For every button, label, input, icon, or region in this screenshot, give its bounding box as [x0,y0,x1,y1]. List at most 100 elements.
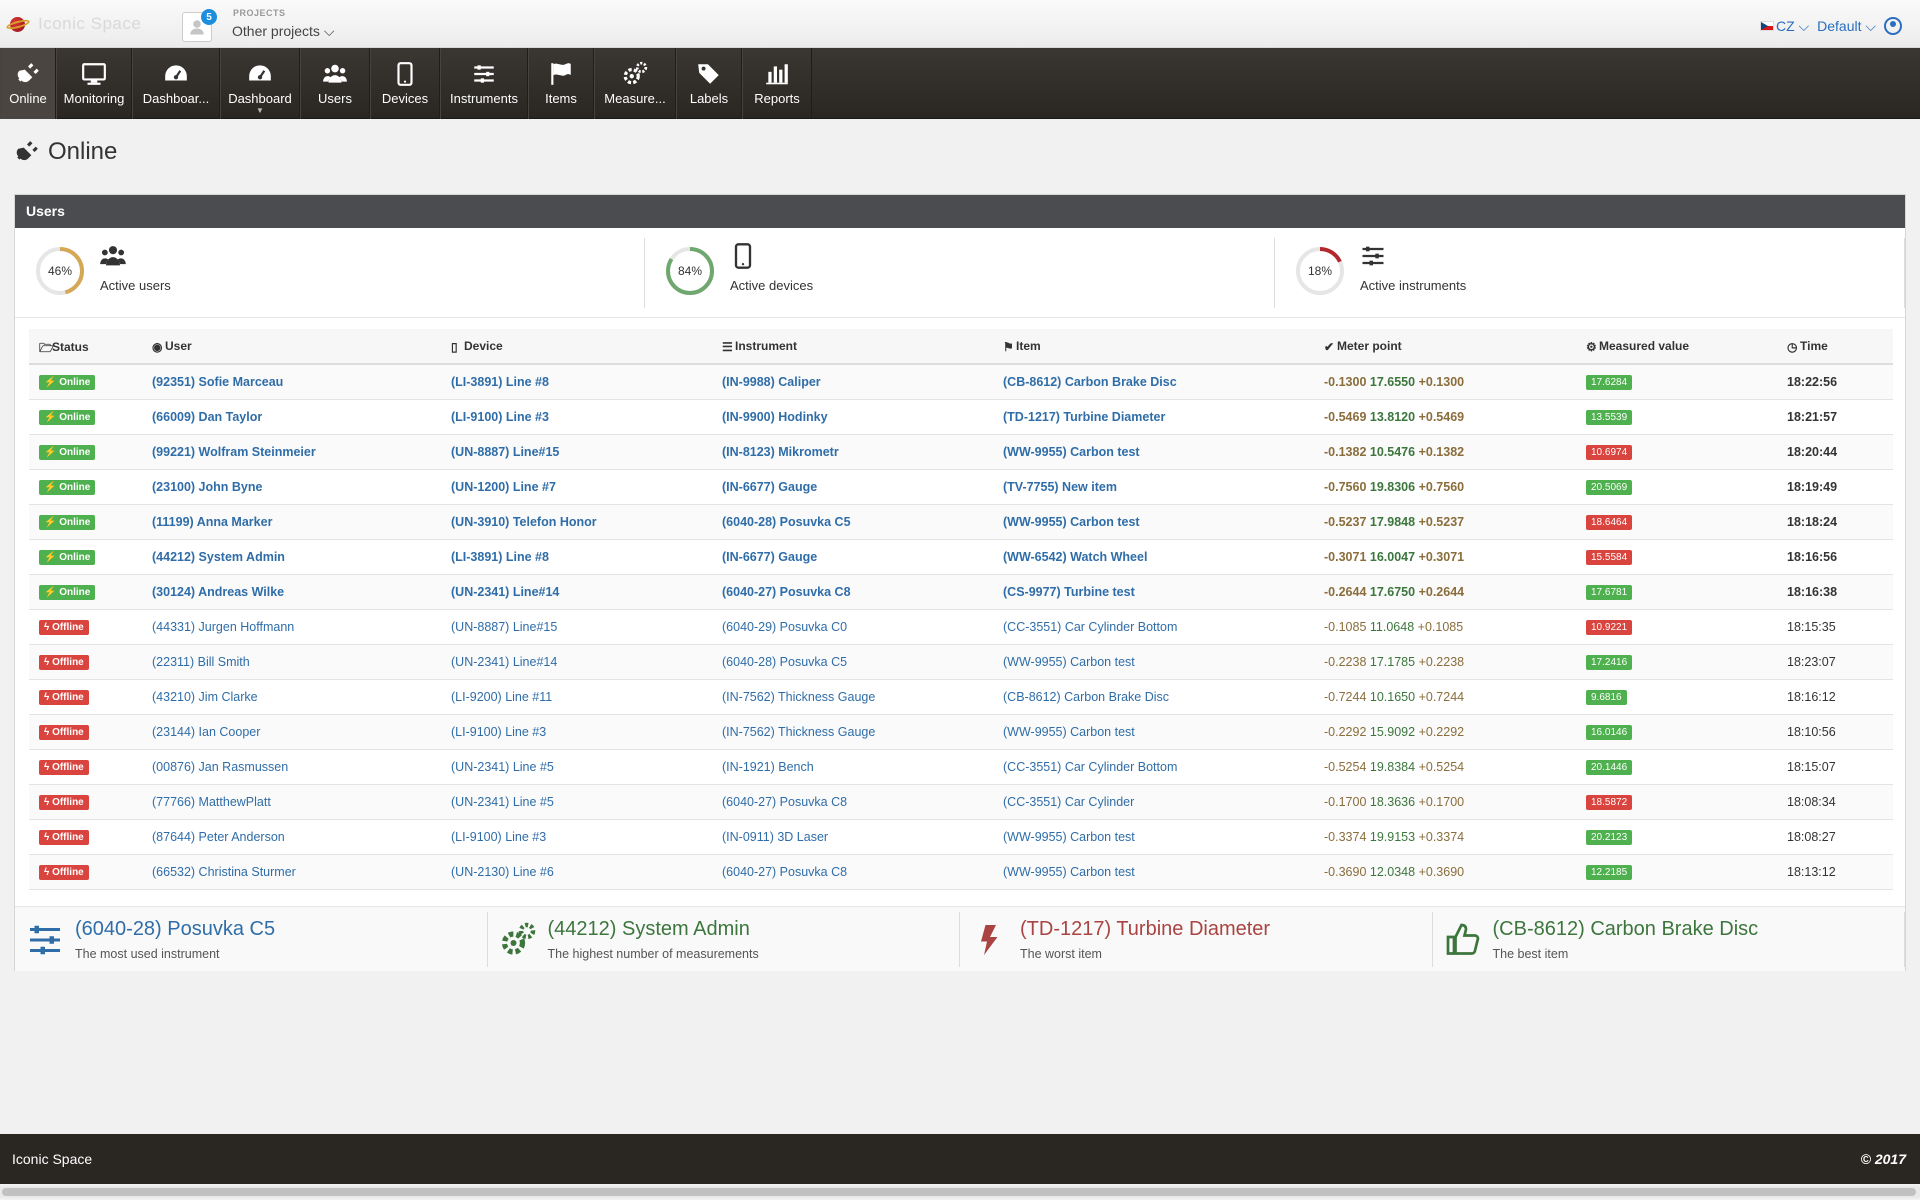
item-link[interactable]: (WW-6542) Watch Wheel [1003,550,1147,564]
projects-dropdown[interactable]: Other projects ⌵ [232,23,334,40]
instrument-link[interactable]: (IN-9988) Caliper [722,375,821,389]
user-link[interactable]: (11199) Anna Marker [152,515,272,529]
instrument-link[interactable]: (6040-28) Posuvka C5 [722,515,851,529]
table-row[interactable]: ⚡ Online (11199) Anna Marker (UN-3910) Tel… [29,504,1893,540]
table-row[interactable]: ϟ Offline (66532) Christina Sturmer (UN-21… [29,854,1893,890]
nav-measurements[interactable]: Measure... [594,48,676,119]
app-logo[interactable]: Iconic Space [5,14,141,34]
device-link[interactable]: (LI-3891) Line #8 [451,375,549,389]
item-link[interactable]: (CC-3551) Car Cylinder Bottom [1003,760,1177,774]
item-link[interactable]: (WW-9955) Carbon test [1003,725,1135,739]
device-link[interactable]: (UN-2341) Line#14 [451,585,559,599]
nav-items[interactable]: Items [528,48,594,119]
nav-labels[interactable]: Labels [676,48,742,119]
device-link[interactable]: (UN-3910) Telefon Honor [451,515,597,529]
item-link[interactable]: (WW-9955) Carbon test [1003,865,1135,879]
user-link[interactable]: (44212) System Admin [152,550,285,564]
item-link[interactable]: (TV-7755) New item [1003,480,1117,494]
col-item[interactable]: ⚑ Item [993,329,1314,365]
instrument-link[interactable]: (6040-28) Posuvka C5 [722,655,847,669]
user-link[interactable]: (77766) MatthewPlatt [152,795,271,809]
user-link[interactable]: (30124) Andreas Wilke [152,585,284,599]
user-link[interactable]: (99221) Wolfram Steinmeier [152,445,316,459]
table-row[interactable]: ⚡ Online (23100) John Byne (UN-1200) Line … [29,469,1893,505]
instrument-link[interactable]: (IN-1921) Bench [722,760,814,774]
nav-reports[interactable]: Reports [742,48,812,119]
instrument-link[interactable]: (IN-0911) 3D Laser [722,830,828,844]
table-row[interactable]: ⚡ Online (44212) System Admin (LI-3891) Li… [29,539,1893,575]
user-link[interactable]: (00876) Jan Rasmussen [152,760,288,774]
table-row[interactable]: ϟ Offline (22311) Bill Smith (UN-2341) Lin… [29,644,1893,680]
item-link[interactable]: (WW-9955) Carbon test [1003,515,1140,529]
instrument-link[interactable]: (IN-7562) Thickness Gauge [722,725,875,739]
device-link[interactable]: (UN-8887) Line#15 [451,620,557,634]
table-row[interactable]: ⚡ Online (92351) Sofie Marceau (LI-3891) L… [29,364,1893,400]
device-link[interactable]: (LI-9200) Line #11 [451,690,552,704]
device-link[interactable]: (UN-1200) Line #7 [451,480,556,494]
col-measured-value[interactable]: ⚙ Measured value [1576,329,1777,365]
projects-avatar[interactable]: 5 [182,9,217,42]
col-user[interactable]: ◉ User [142,329,441,365]
language-dropdown[interactable]: CZ ⌵ [1776,18,1809,35]
item-link[interactable]: (WW-9955) Carbon test [1003,655,1135,669]
col-time[interactable]: ◷ Time [1777,329,1893,365]
user-link[interactable]: (23144) Ian Cooper [152,725,260,739]
table-row[interactable]: ϟ Offline (23144) Ian Cooper (LI-9100) Lin… [29,714,1893,750]
instrument-link[interactable]: (6040-29) Posuvka C0 [722,620,847,634]
user-link[interactable]: (43210) Jim Clarke [152,690,258,704]
nav-dashboard-2[interactable]: Dashboard ▼ [220,48,300,119]
instrument-link[interactable]: (IN-6677) Gauge [722,480,817,494]
item-link[interactable]: (CB-8612) Carbon Brake Disc [1003,690,1169,704]
nav-dashboard-1[interactable]: Dashboar... [132,48,220,119]
table-row[interactable]: ϟ Offline (00876) Jan Rasmussen (UN-2341) … [29,749,1893,785]
summary-title[interactable]: (44212) System Admin [548,918,750,941]
user-link[interactable]: (66532) Christina Sturmer [152,865,296,879]
horizontal-scrollbar[interactable] [0,1186,1920,1198]
item-link[interactable]: (CC-3551) Car Cylinder Bottom [1003,620,1177,634]
summary-title[interactable]: (CB-8612) Carbon Brake Disc [1493,918,1759,941]
device-link[interactable]: (LI-9100) Line #3 [451,830,546,844]
user-link[interactable]: (44331) Jurgen Hoffmann [152,620,294,634]
instrument-link[interactable]: (6040-27) Posuvka C8 [722,795,847,809]
item-link[interactable]: (CC-3551) Car Cylinder [1003,795,1134,809]
instrument-link[interactable]: (IN-7562) Thickness Gauge [722,690,875,704]
item-link[interactable]: (WW-9955) Carbon test [1003,830,1135,844]
nav-users[interactable]: Users [300,48,370,119]
item-link[interactable]: (CB-8612) Carbon Brake Disc [1003,375,1177,389]
summary-title[interactable]: (6040-28) Posuvka C5 [75,918,275,941]
item-link[interactable]: (TD-1217) Turbine Diameter [1003,410,1165,424]
instrument-link[interactable]: (6040-27) Posuvka C8 [722,585,851,599]
device-link[interactable]: (UN-8887) Line#15 [451,445,559,459]
user-link[interactable]: (87644) Peter Anderson [152,830,285,844]
table-row[interactable]: ϟ Offline (44331) Jurgen Hoffmann (UN-8887… [29,609,1893,645]
nav-devices[interactable]: Devices [370,48,440,119]
user-account-icon[interactable] [1884,17,1902,35]
table-row[interactable]: ⚡ Online (99221) Wolfram Steinmeier (UN-88… [29,434,1893,470]
user-link[interactable]: (23100) John Byne [152,480,262,494]
nav-monitoring[interactable]: Monitoring [56,48,132,119]
col-status[interactable]: 🗁Status [29,329,142,365]
nav-instruments[interactable]: Instruments [440,48,528,119]
item-link[interactable]: (WW-9955) Carbon test [1003,445,1140,459]
scrollbar-thumb[interactable] [2,1188,1916,1196]
device-link[interactable]: (LI-9100) Line #3 [451,725,546,739]
device-link[interactable]: (LI-9100) Line #3 [451,410,549,424]
profile-dropdown[interactable]: Default ⌵ [1817,18,1876,35]
col-device[interactable]: ▯ Device [441,329,712,365]
device-link[interactable]: (UN-2341) Line#14 [451,655,557,669]
col-instrument[interactable]: ☰ Instrument [712,329,993,365]
table-row[interactable]: ϟ Offline (43210) Jim Clarke (LI-9200) Lin… [29,679,1893,715]
device-link[interactable]: (LI-3891) Line #8 [451,550,549,564]
device-link[interactable]: (UN-2130) Line #6 [451,865,554,879]
device-link[interactable]: (UN-2341) Line #5 [451,795,554,809]
instrument-link[interactable]: (IN-6677) Gauge [722,550,817,564]
instrument-link[interactable]: (IN-8123) Mikrometr [722,445,839,459]
table-row[interactable]: ϟ Offline (77766) MatthewPlatt (UN-2341) L… [29,784,1893,820]
summary-title[interactable]: (TD-1217) Turbine Diameter [1020,918,1270,941]
instrument-link[interactable]: (6040-27) Posuvka C8 [722,865,847,879]
item-link[interactable]: (CS-9977) Turbine test [1003,585,1135,599]
user-link[interactable]: (92351) Sofie Marceau [152,375,283,389]
table-row[interactable]: ⚡ Online (66009) Dan Taylor (LI-9100) Line… [29,399,1893,435]
user-link[interactable]: (22311) Bill Smith [152,655,250,669]
user-link[interactable]: (66009) Dan Taylor [152,410,262,424]
